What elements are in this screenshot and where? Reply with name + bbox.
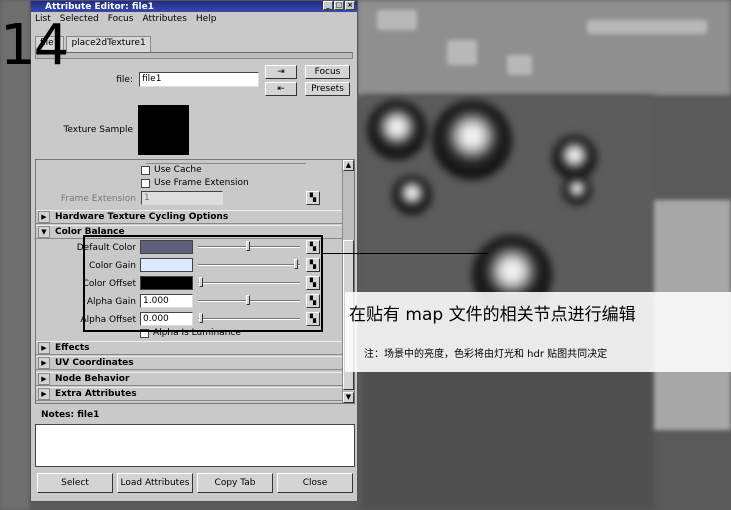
collapsed-arrow-icon: ▶	[38, 342, 50, 354]
frame-extension-map-button[interactable]: ▚	[306, 191, 320, 205]
file-name-field[interactable]: file1	[139, 72, 259, 87]
window-title: Attribute Editor: file1	[45, 1, 154, 12]
section-title: Hardware Texture Cycling Options	[55, 212, 229, 222]
collapsed-arrow-icon: ▶	[38, 357, 50, 369]
copy-tab-button[interactable]: Copy Tab	[197, 473, 273, 493]
frame-extension-label: Frame Extension	[60, 194, 136, 204]
bg-toolbar	[357, 0, 731, 95]
maximize-button[interactable]: □	[334, 1, 344, 10]
output-connection-button[interactable]: ⇤	[265, 82, 297, 96]
file-label: file:	[116, 75, 133, 85]
close-button[interactable]: Close	[277, 473, 353, 493]
collapsed-arrow-icon: ▶	[38, 373, 50, 385]
section-title: Node Behavior	[55, 374, 130, 384]
notes-textarea[interactable]	[35, 424, 355, 467]
section-effects[interactable]: ▶ Effects	[36, 341, 342, 355]
scroll-up-icon[interactable]: ▲	[343, 160, 354, 171]
section-title: UV Coordinates	[55, 358, 134, 368]
title-bar: Attribute Editor: file1 _ □ ×	[31, 1, 357, 12]
select-button[interactable]: Select	[37, 473, 113, 493]
texture-sample-label: Texture Sample	[63, 125, 133, 135]
section-extra-attributes[interactable]: ▶ Extra Attributes	[36, 387, 342, 401]
tab-separator	[35, 52, 353, 59]
collapsed-arrow-icon: ▶	[38, 211, 50, 223]
use-frame-extension-checkbox[interactable]	[141, 179, 150, 188]
tutorial-caption: 在贴有 map 文件的相关节点进行编辑	[349, 305, 636, 325]
menu-bar: List Selected Focus Attributes Help	[31, 12, 357, 25]
load-attributes-button[interactable]: Load Attributes	[117, 473, 193, 493]
input-connection-button[interactable]: ⇥	[265, 65, 297, 79]
menu-help[interactable]: Help	[196, 14, 217, 24]
bg-spheres	[362, 95, 654, 315]
section-title: Extra Attributes	[55, 389, 137, 399]
minimize-button[interactable]: _	[323, 1, 333, 10]
color-balance-highlight-box	[83, 235, 323, 332]
section-uv-coordinates[interactable]: ▶ UV Coordinates	[36, 356, 342, 370]
section-hardware-texture-cycling[interactable]: ▶ Hardware Texture Cycling Options	[36, 210, 342, 224]
focus-button[interactable]: Focus	[305, 65, 350, 79]
callout-leader-line	[323, 253, 488, 254]
close-window-button[interactable]: ×	[345, 1, 355, 10]
section-title: Effects	[55, 343, 90, 353]
use-frame-extension-label: Use Frame Extension	[154, 178, 249, 188]
texture-sample-swatch[interactable]	[138, 105, 189, 155]
menu-focus[interactable]: Focus	[108, 14, 134, 24]
step-number: 14	[0, 13, 69, 78]
bottom-button-bar: Select Load Attributes Copy Tab Close	[33, 473, 355, 497]
frame-extension-field[interactable]: 1	[141, 191, 223, 205]
presets-button[interactable]: Presets	[305, 82, 350, 96]
tutorial-note: 注：场景中的亮度，色彩将由灯光和 hdr 贴图共同决定	[364, 349, 608, 360]
use-cache-checkbox[interactable]	[141, 166, 150, 175]
notes-label: Notes: file1	[41, 410, 100, 420]
section-node-behavior[interactable]: ▶ Node Behavior	[36, 372, 342, 386]
collapsed-arrow-icon: ▶	[38, 388, 50, 400]
scroll-down-icon[interactable]: ▼	[343, 392, 354, 403]
tab-place2dtexture1[interactable]: place2dTexture1	[66, 36, 151, 52]
menu-attributes[interactable]: Attributes	[142, 14, 186, 24]
expanded-arrow-icon: ▼	[38, 226, 50, 238]
use-cache-label: Use Cache	[154, 165, 202, 175]
